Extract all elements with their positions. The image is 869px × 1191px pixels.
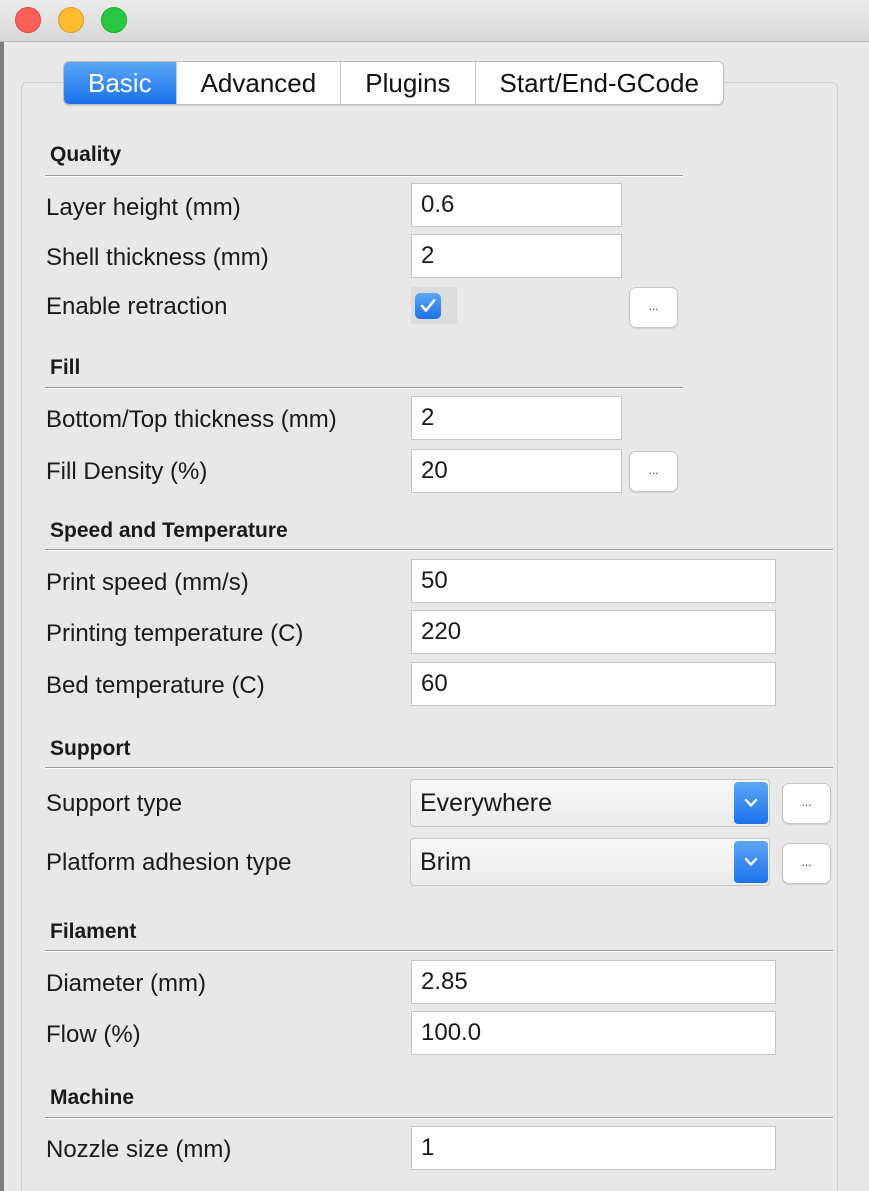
section-divider — [45, 767, 833, 769]
printing-temperature-label: Printing temperature (C) — [46, 620, 304, 647]
close-button[interactable] — [15, 7, 41, 33]
checkmark-icon — [420, 299, 436, 312]
fill-density-input[interactable]: 20 — [411, 449, 622, 493]
section-heading-filament: Filament — [50, 920, 137, 943]
section-heading-machine: Machine — [50, 1086, 135, 1109]
support-type-label: Support type — [46, 790, 183, 817]
chevron-down-icon[interactable] — [734, 841, 768, 883]
platform-adhesion-label: Platform adhesion type — [46, 849, 292, 876]
enable-retraction-checkbox-area — [411, 287, 457, 324]
section-divider — [45, 950, 833, 952]
bottom-top-thickness-input[interactable]: 2 — [411, 396, 622, 440]
tab-advanced[interactable]: Advanced — [177, 62, 342, 104]
flow-input[interactable]: 100.0 — [411, 1011, 776, 1055]
tab-plugins[interactable]: Plugins — [341, 62, 476, 104]
printing-temperature-input[interactable]: 220 — [411, 610, 776, 654]
zoom-button[interactable] — [101, 7, 127, 33]
flow-label: Flow (%) — [46, 1021, 141, 1048]
platform-adhesion-value: Brim — [420, 848, 472, 876]
nozzle-size-input[interactable]: 1 — [411, 1126, 776, 1170]
shell-thickness-input[interactable]: 2 — [411, 234, 622, 278]
tab-start-end-gcode[interactable]: Start/End-GCode — [476, 62, 723, 104]
support-type-select[interactable]: Everywhere — [410, 779, 770, 827]
tab-bar: Basic Advanced Plugins Start/End-GCode — [63, 61, 724, 105]
support-more-button[interactable]: ... — [782, 783, 831, 824]
adhesion-more-button[interactable]: ... — [782, 843, 831, 884]
chevron-down-icon[interactable] — [734, 782, 768, 824]
enable-retraction-checkbox[interactable] — [415, 293, 441, 319]
layer-height-input[interactable]: 0.6 — [411, 183, 622, 227]
section-heading-speed-temperature: Speed and Temperature — [50, 519, 288, 542]
print-speed-input[interactable]: 50 — [411, 559, 776, 603]
layer-height-label: Layer height (mm) — [46, 194, 241, 221]
section-heading-fill: Fill — [50, 356, 81, 379]
diameter-input[interactable]: 2.85 — [411, 960, 776, 1004]
bed-temperature-label: Bed temperature (C) — [46, 672, 265, 699]
section-heading-quality: Quality — [50, 143, 122, 166]
platform-adhesion-select[interactable]: Brim — [410, 838, 770, 886]
retraction-more-button[interactable]: ... — [629, 287, 678, 328]
section-divider — [45, 549, 833, 551]
title-bar — [0, 0, 869, 42]
section-divider — [45, 387, 683, 389]
print-speed-label: Print speed (mm/s) — [46, 569, 249, 596]
enable-retraction-label: Enable retraction — [46, 293, 228, 320]
section-divider — [45, 175, 683, 177]
bottom-top-thickness-label: Bottom/Top thickness (mm) — [46, 406, 337, 433]
bed-temperature-input[interactable]: 60 — [411, 662, 776, 706]
shell-thickness-label: Shell thickness (mm) — [46, 244, 269, 271]
support-type-value: Everywhere — [420, 789, 552, 817]
section-divider — [45, 1117, 833, 1119]
fill-more-button[interactable]: ... — [629, 451, 678, 492]
minimize-button[interactable] — [58, 7, 84, 33]
diameter-label: Diameter (mm) — [46, 970, 206, 997]
tab-basic[interactable]: Basic — [64, 62, 177, 104]
section-heading-support: Support — [50, 737, 131, 760]
window-edge — [0, 42, 4, 1191]
nozzle-size-label: Nozzle size (mm) — [46, 1136, 232, 1163]
fill-density-label: Fill Density (%) — [46, 458, 208, 485]
